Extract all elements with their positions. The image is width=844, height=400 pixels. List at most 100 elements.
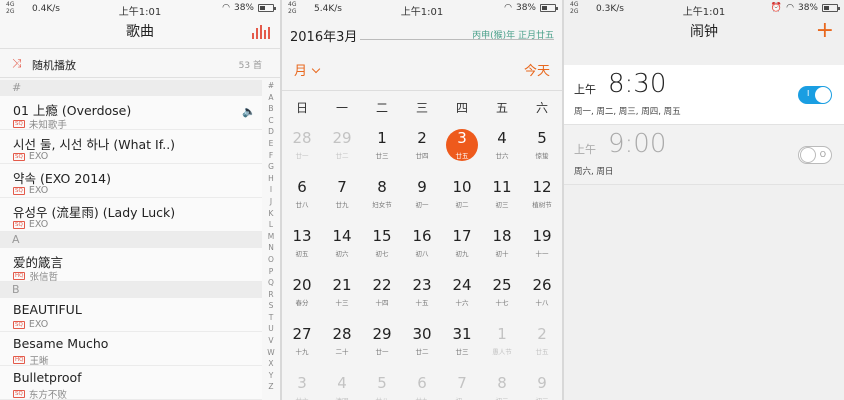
day-cell[interactable]: 2 廿四	[402, 124, 442, 173]
day-cell[interactable]: 17 初九	[442, 222, 482, 271]
index-letter[interactable]: F	[269, 150, 273, 162]
day-cell[interactable]: 25 十七	[482, 271, 522, 320]
day-cell[interactable]: 10 初二	[442, 173, 482, 222]
song-row[interactable]: 약속 (EXO 2014) SQ EXO	[0, 164, 262, 198]
index-letter[interactable]: Z	[268, 381, 273, 393]
index-letter[interactable]: X	[268, 358, 273, 370]
day-cell[interactable]: 31 廿三	[442, 320, 482, 369]
day-cell[interactable]: 22 十四	[362, 271, 402, 320]
index-letter[interactable]: D	[268, 126, 274, 138]
battery-icon	[258, 4, 276, 12]
index-letter[interactable]: P	[269, 266, 274, 278]
index-letter[interactable]: S	[269, 300, 274, 312]
day-cell[interactable]: 8 初二	[482, 369, 522, 400]
lunar-day: 廿二	[415, 348, 429, 356]
day-cell[interactable]: 23 十五	[402, 271, 442, 320]
song-row[interactable]: 유성우 (流星雨) (Lady Luck) SQ EXO	[0, 198, 262, 232]
day-cell[interactable]: 14 初六	[322, 222, 362, 271]
index-letter[interactable]: U	[268, 323, 274, 335]
day-cell[interactable]: 15 初七	[362, 222, 402, 271]
alphabet-index[interactable]: # A B C D E F G H I J K L M N O P Q R S T U V W X Y Z	[264, 80, 278, 393]
day-cell[interactable]: 3 廿六	[282, 369, 322, 400]
month-view-dropdown[interactable]: 月	[294, 60, 321, 79]
day-number: 29	[372, 325, 392, 343]
index-letter[interactable]: G	[268, 161, 274, 173]
month-view-label: 月	[294, 64, 308, 79]
day-cell[interactable]: 11 初三	[482, 173, 522, 222]
day-cell[interactable]: 5 廿八	[362, 369, 402, 400]
song-row[interactable]: Bulletproof SQ 东方不败	[0, 366, 262, 400]
shuffle-play-button[interactable]: ⤨ 随机播放 53 首	[0, 48, 280, 78]
index-letter[interactable]: Q	[268, 277, 274, 289]
day-cell[interactable]: 13 初五	[282, 222, 322, 271]
alarm-toggle[interactable]: I	[798, 86, 832, 104]
index-letter[interactable]: M	[268, 231, 274, 243]
song-row[interactable]: 爱的箴言 HQ 张信哲	[0, 248, 262, 283]
day-cell[interactable]: 5 惊蛰	[522, 124, 562, 173]
today-button[interactable]: 今天	[524, 60, 550, 79]
index-letter[interactable]: K	[269, 208, 274, 220]
day-cell[interactable]: 4 清明	[322, 369, 362, 400]
alarm-toggle[interactable]: O	[798, 146, 832, 164]
day-cell[interactable]: 26 十八	[522, 271, 562, 320]
song-row[interactable]: 시선 둘, 시선 하나 (What If..) SQ EXO	[0, 130, 262, 164]
day-cell[interactable]: 7 初一	[442, 369, 482, 400]
day-cell[interactable]: 2 廿五	[522, 320, 562, 369]
song-row[interactable]: BEAUTIFUL SQ EXO	[0, 298, 262, 332]
day-cell[interactable]: 21 十三	[322, 271, 362, 320]
alarm-row[interactable]: 上午 9:00 周六, 周日 O	[564, 125, 844, 185]
day-cell[interactable]: 6 廿八	[282, 173, 322, 222]
song-row[interactable]: 01 上瘾 (Overdose) SQ 未知歌手 🔈	[0, 96, 262, 131]
index-letter[interactable]: B	[268, 103, 273, 115]
day-cell-today[interactable]: 3 廿五	[442, 124, 482, 173]
day-cell[interactable]: 24 十六	[442, 271, 482, 320]
day-cell[interactable]: 29 廿一	[362, 320, 402, 369]
day-cell[interactable]: 27 十九	[282, 320, 322, 369]
battery-fill	[542, 6, 547, 10]
day-cell[interactable]: 18 初十	[482, 222, 522, 271]
index-letter[interactable]: I	[270, 184, 272, 196]
index-letter[interactable]: H	[268, 173, 274, 185]
day-cell[interactable]: 16 初八	[402, 222, 442, 271]
lunar-day: 廿五	[455, 152, 469, 160]
day-cell[interactable]: 9 初三	[522, 369, 562, 400]
index-letter[interactable]: O	[268, 254, 274, 266]
index-letter[interactable]: J	[270, 196, 272, 208]
day-cell[interactable]: 7 廿九	[322, 173, 362, 222]
lunar-day: 廿四	[415, 152, 429, 160]
day-cell[interactable]: 20 春分	[282, 271, 322, 320]
equalizer-icon[interactable]	[252, 25, 270, 39]
day-cell[interactable]: 28 廿一	[282, 124, 322, 173]
alarm-row[interactable]: 上午 8:30 周一, 周二, 周三, 周四, 周五 I	[564, 65, 844, 125]
index-letter[interactable]: C	[268, 115, 273, 127]
song-artist: 张信哲	[29, 272, 58, 283]
day-cell[interactable]: 28 二十	[322, 320, 362, 369]
index-letter[interactable]: E	[269, 138, 274, 150]
day-cell[interactable]: 6 廿九	[402, 369, 442, 400]
index-letter[interactable]: N	[268, 242, 274, 254]
day-cell[interactable]: 29 廿二	[322, 124, 362, 173]
day-cell[interactable]: 1 廿三	[362, 124, 402, 173]
index-letter[interactable]: V	[268, 335, 273, 347]
index-letter[interactable]: R	[268, 289, 273, 301]
index-letter[interactable]: L	[269, 219, 273, 231]
lunar-day: 初二	[482, 395, 522, 400]
index-letter[interactable]: W	[267, 347, 274, 359]
day-number: 5	[377, 374, 387, 392]
index-letter[interactable]: #	[268, 80, 274, 92]
day-cell[interactable]: 4 廿六	[482, 124, 522, 173]
index-letter[interactable]: A	[268, 92, 273, 104]
day-cell[interactable]: 9 初一	[402, 173, 442, 222]
day-cell[interactable]: 30 廿二	[402, 320, 442, 369]
day-cell[interactable]: 19 十一	[522, 222, 562, 271]
status-bar: 4G 2G 0.3K/s 上午1:01 ⏰ ◠ 38%	[564, 0, 844, 18]
song-count: 53 首	[238, 61, 262, 71]
index-letter[interactable]: Y	[269, 370, 274, 382]
day-cell[interactable]: 8 妇女节	[362, 173, 402, 222]
lunar-day: 初二	[455, 201, 469, 209]
index-letter[interactable]: T	[269, 312, 274, 324]
day-cell[interactable]: 12 植树节	[522, 173, 562, 222]
song-row[interactable]: Besame Mucho HQ 王晰	[0, 332, 262, 367]
add-alarm-button[interactable]: +	[816, 17, 834, 45]
day-cell[interactable]: 1 愚人节	[482, 320, 522, 369]
